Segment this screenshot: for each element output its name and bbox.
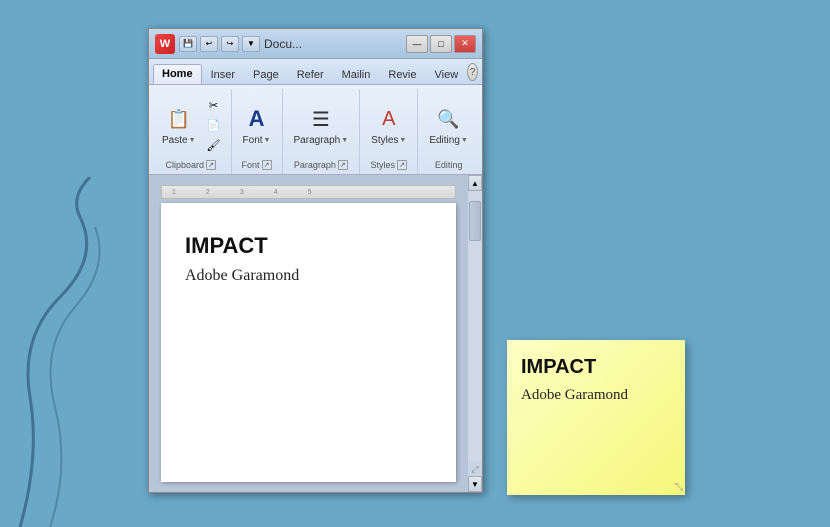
font-label: Font ▼ — [243, 135, 271, 146]
font-icon: A — [243, 105, 271, 133]
styles-group-label: Styles ↗ — [366, 160, 411, 172]
window-title: Docu... — [264, 37, 302, 51]
editing-arrow: ▼ — [461, 137, 468, 144]
document-garamond-text: Adobe Garamond — [185, 267, 432, 285]
scroll-corner: ⤢ — [468, 462, 482, 476]
tab-home[interactable]: Home — [153, 64, 202, 84]
clipboard-expand-btn[interactable]: ↗ — [206, 160, 216, 170]
document-impact-text: IMPACT — [185, 233, 432, 259]
document-area: 1 2 3 4 5 IMPACT Adobe Garamond — [149, 175, 468, 492]
editing-buttons: 🔍 Editing ▼ — [424, 91, 473, 160]
title-bar: W 💾 ↩ ↪ ▼ Docu... — □ ✕ — [149, 29, 482, 59]
styles-arrow: ▼ — [399, 137, 406, 144]
paste-label: Paste ▼ — [162, 135, 196, 146]
vertical-scrollbar: ▲ ⤢ ▼ — [468, 175, 482, 492]
sticky-impact-text: IMPACT — [521, 356, 671, 379]
styles-label: Styles ▼ — [371, 135, 406, 146]
font-buttons: A Font ▼ — [238, 91, 276, 160]
tab-mailings[interactable]: Mailin — [333, 65, 380, 84]
paragraph-label: Paragraph ▼ — [294, 135, 349, 146]
word-icon: W — [155, 34, 175, 54]
word-icon-letter: W — [160, 38, 170, 50]
paragraph-buttons: ☰ Paragraph ▼ — [289, 91, 354, 160]
minimize-button[interactable]: — — [406, 35, 428, 53]
ruler: 1 2 3 4 5 — [161, 185, 456, 199]
clipboard-buttons: 📋 Paste ▼ ✂ 📄 🖌 — [157, 91, 225, 160]
sticky-garamond-text: Adobe Garamond — [521, 387, 671, 404]
paste-arrow: ▼ — [189, 137, 196, 144]
ribbon: 📋 Paste ▼ ✂ 📄 🖌 Clipboard ↗ — [149, 85, 482, 175]
paragraph-icon: ☰ — [307, 105, 335, 133]
editing-label: Editing ▼ — [429, 135, 468, 146]
editing-button[interactable]: 🔍 Editing ▼ — [424, 101, 473, 150]
paste-icon: 📋 — [165, 105, 193, 133]
font-button[interactable]: A Font ▼ — [238, 101, 276, 150]
ribbon-group-styles: A Styles ▼ Styles ↗ — [360, 89, 418, 174]
help-button[interactable]: ? — [467, 63, 478, 81]
document-page: IMPACT Adobe Garamond — [161, 203, 456, 482]
close-button[interactable]: ✕ — [454, 35, 476, 53]
copy-button[interactable]: 📄 — [203, 117, 225, 135]
paste-button[interactable]: 📋 Paste ▼ — [157, 101, 201, 150]
ribbon-group-paragraph: ☰ Paragraph ▼ Paragraph ↗ — [283, 89, 361, 174]
paragraph-arrow: ▼ — [341, 137, 348, 144]
title-bar-left: W 💾 ↩ ↪ ▼ Docu... — [155, 34, 302, 54]
font-group-label: Font ↗ — [238, 160, 276, 172]
cut-button[interactable]: ✂ — [203, 97, 225, 115]
styles-icon: A — [375, 105, 403, 133]
word-window: W 💾 ↩ ↪ ▼ Docu... — □ ✕ Home Inser Page … — [148, 28, 483, 493]
tab-insert[interactable]: Inser — [202, 65, 244, 84]
qa-dropdown-btn[interactable]: ▼ — [242, 36, 260, 52]
ribbon-group-clipboard: 📋 Paste ▼ ✂ 📄 🖌 Clipboard ↗ — [151, 89, 232, 174]
styles-expand-btn[interactable]: ↗ — [397, 160, 407, 170]
redo-quick-btn[interactable]: ↪ — [221, 36, 239, 52]
maximize-button[interactable]: □ — [430, 35, 452, 53]
ribbon-group-editing: 🔍 Editing ▼ Editing — [418, 89, 479, 174]
ribbon-group-font: A Font ▼ Font ↗ — [232, 89, 283, 174]
paragraph-button[interactable]: ☰ Paragraph ▼ — [289, 101, 354, 150]
editing-icon: 🔍 — [435, 105, 463, 133]
font-expand-btn[interactable]: ↗ — [262, 160, 272, 170]
quick-access-toolbar: 💾 ↩ ↪ ▼ — [179, 36, 260, 52]
tab-page[interactable]: Page — [244, 65, 288, 84]
ribbon-tabs: Home Inser Page Refer Mailin Revie View … — [149, 59, 482, 85]
styles-button[interactable]: A Styles ▼ — [366, 101, 411, 150]
scroll-up-button[interactable]: ▲ — [468, 175, 482, 191]
paragraph-group-label: Paragraph ↗ — [289, 160, 354, 172]
sticky-resize-handle[interactable]: ⤡ — [675, 482, 683, 493]
sticky-note: IMPACT Adobe Garamond ⤡ — [507, 340, 685, 495]
font-arrow: ▼ — [264, 137, 271, 144]
clipboard-group-label: Clipboard ↗ — [157, 160, 225, 172]
scroll-thumb[interactable] — [469, 201, 481, 241]
tab-review[interactable]: Revie — [379, 65, 425, 84]
tab-references[interactable]: Refer — [288, 65, 333, 84]
paragraph-expand-btn[interactable]: ↗ — [338, 160, 348, 170]
editing-group-label: Editing — [424, 160, 473, 172]
tab-view[interactable]: View — [426, 65, 468, 84]
window-content: 1 2 3 4 5 IMPACT Adobe Garamond ▲ ⤢ ▼ — [149, 175, 482, 492]
scroll-track[interactable] — [468, 191, 482, 462]
window-controls: — □ ✕ — [406, 35, 476, 53]
undo-quick-btn[interactable]: ↩ — [200, 36, 218, 52]
save-quick-btn[interactable]: 💾 — [179, 36, 197, 52]
styles-buttons: A Styles ▼ — [366, 91, 411, 160]
format-painter-button[interactable]: 🖌 — [203, 137, 225, 155]
scroll-down-button[interactable]: ▼ — [468, 476, 482, 492]
